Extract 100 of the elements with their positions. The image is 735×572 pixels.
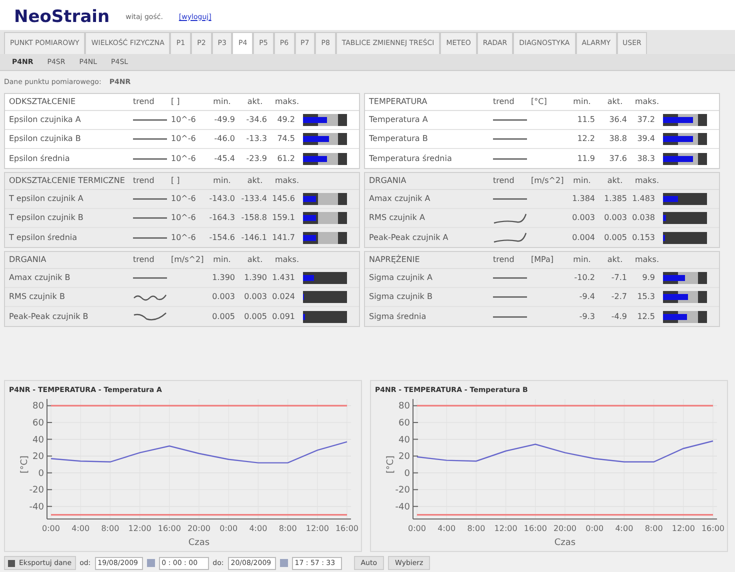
max-value: 1.483 [631,193,656,205]
sensor-name: Epsilon czujnika B [9,133,82,145]
current-value: 0.005 [243,310,268,322]
y-tick-label: 60 [32,418,44,428]
x-tick-label: 8:00 [278,524,297,533]
trend-sparkline-icon [133,277,167,279]
x-tick-label: 16:00 [701,524,725,533]
export-icon [8,560,15,566]
min-value: -10.2 [573,272,596,284]
unit-cell-text: 10^-6 [171,152,197,164]
sensor-name: T epsilon średnia [9,232,78,244]
y-tick-label: 40 [398,435,410,446]
column-header: akt. [606,176,624,186]
x-tick-label: 16:00 [524,524,547,533]
max-value: 159.1 [271,212,296,224]
x-tick-label: 8:00 [644,524,663,533]
current-value: 0.005 [603,232,628,244]
column-header: maks. [274,97,300,107]
x-tick-label: 12:00 [128,524,152,533]
trend-sparkline-icon [133,293,167,301]
min-value: -9.3 [578,310,596,322]
max-value: 0.091 [271,310,296,322]
min-value: 11.5 [576,114,596,126]
column-header: trend [493,97,516,107]
trend-sparkline-icon [133,312,167,321]
column-header: min. [212,176,232,186]
y-tick-label: 80 [32,402,44,412]
x-tick-label: 0:00 [408,524,426,533]
y-tick-label: -40 [29,502,44,512]
column-header: akt. [606,255,624,265]
sensor-name: T epsilon czujnik A [9,193,84,205]
trend-sparkline-icon [133,236,167,238]
unit-cell-text: 10^-6 [171,232,197,244]
min-value: 1.384 [571,193,596,205]
current-value: -23.9 [245,152,268,164]
current-value: 36.4 [608,114,628,126]
y-tick-label: 40 [32,435,44,446]
trend-sparkline-icon [493,212,527,224]
max-value: 49.2 [276,114,296,126]
min-value: 11.9 [576,152,596,164]
panel-title: DRGANIA [369,176,408,186]
trend-sparkline-icon [133,158,167,160]
column-header: [ ] [171,176,181,186]
x-axis-label: Czas [188,538,210,548]
column-header: maks. [634,176,660,186]
column-header: min. [212,255,232,265]
current-value: -158.8 [240,212,268,224]
sensor-name: Peak-Peak czujnik A [369,232,450,244]
max-value: 141.7 [271,232,296,244]
unit-cell-text: 10^-6 [171,193,197,205]
x-tick-label: 4:00 [438,524,456,533]
current-value: -2.7 [610,291,628,303]
max-value: 9.9 [641,272,656,284]
calendar-icon[interactable] [146,559,155,567]
max-value: 0.024 [271,291,296,303]
column-header: min. [572,97,592,107]
min-value: -46.0 [213,133,236,145]
column-header: trend [133,255,156,265]
trend-sparkline-icon [133,217,167,219]
y-tick-label: -20 [29,486,44,496]
y-axis-label: [°C] [386,456,396,474]
y-tick-label: 0 [404,468,410,479]
trend-sparkline-icon [493,158,527,160]
y-tick-label: 0 [38,468,44,479]
y-tick-label: 20 [398,452,410,462]
x-tick-label: 4:00 [249,524,268,533]
x-tick-label: 0:00 [586,524,604,533]
column-header: maks. [634,255,660,265]
trend-sparkline-icon [493,277,527,279]
column-header: trend [133,97,156,107]
max-value: 15.3 [636,291,656,303]
column-header: akt. [246,97,264,107]
current-value: 1.390 [243,272,268,284]
trend-sparkline-icon [493,296,527,298]
current-value: -13.3 [245,133,268,145]
trend-sparkline-icon [493,198,527,200]
column-header: min. [572,255,592,265]
sensor-name: Temperatura średnia [369,152,453,164]
trend-sparkline-icon [133,119,167,121]
column-header: [°C] [531,97,548,107]
column-header: [ ] [171,97,181,107]
x-tick-label: 0:00 [220,524,238,533]
column-header: trend [133,176,156,186]
x-tick-label: 20:00 [553,524,577,533]
sensor-name: RMS czujnik B [9,291,66,303]
unit-cell-text: 10^-6 [171,212,197,224]
sensor-name: T epsilon czujnik B [9,212,84,224]
sensor-name: Temperatura B [369,133,429,145]
min-value: -49.9 [213,114,236,126]
column-header: min. [212,97,232,107]
sensor-name: Peak-Peak czujnik B [9,310,90,322]
calendar-icon[interactable] [280,559,288,567]
sensor-name: Amax czujnik B [9,272,72,284]
sensor-name: Epsilon czujnika A [9,114,82,126]
unit-cell-text: 10^-6 [171,133,197,145]
current-value: 0.003 [243,291,268,303]
current-value: -7.1 [610,272,628,284]
x-tick-label: 16:00 [335,524,359,533]
x-tick-label: 8:00 [101,524,120,533]
panel-title: ODKSZTAŁCENIE TERMICZNE [9,176,126,186]
